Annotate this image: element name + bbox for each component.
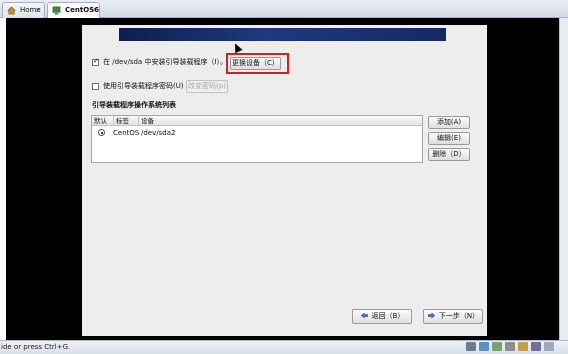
tab-home[interactable]: Home × [2, 2, 45, 18]
installer-banner [119, 28, 446, 41]
column-header-label[interactable]: 标签 [114, 116, 139, 126]
highlight-box [226, 53, 289, 74]
default-radio[interactable] [98, 129, 105, 136]
use-password-label: 使用引导装载程序密码(U) [103, 82, 184, 90]
window-right-edge [559, 18, 568, 340]
install-bootloader-checkbox[interactable] [92, 57, 99, 66]
os-list-title: 引导装载程序操作系统列表 [92, 101, 176, 109]
home-icon [7, 6, 16, 15]
tab-home-close-icon[interactable]: × [35, 3, 41, 17]
status-text: ide or press Ctrl+G. [1, 343, 71, 351]
back-button-label: 返回（B） [371, 312, 405, 320]
next-button-label: 下一步（N） [438, 312, 480, 320]
next-button[interactable]: 下一步（N） [423, 309, 483, 324]
vmware-window: Home × CentOS6 × 在 /dev/sda 中安装引导装载程序（I）… [0, 0, 568, 354]
change-password-button[interactable]: 改变密码(p) [186, 80, 228, 93]
tab-strip: Home × CentOS6 × [0, 0, 568, 18]
edit-button[interactable]: 编辑(E) [428, 132, 470, 145]
back-button[interactable]: 返回（B） [352, 309, 412, 324]
install-bootloader-label: 在 /dev/sda 中安装引导装载程序（I）。 [103, 58, 228, 66]
vm-icon [52, 6, 61, 15]
tray-sound-icon[interactable] [518, 342, 528, 351]
table-row[interactable]: CentOS /dev/sda2 [92, 128, 422, 138]
tray-network-icon[interactable] [492, 342, 502, 351]
use-password-checkbox[interactable] [92, 83, 99, 90]
table-header: 默认 标签 设备 [92, 116, 422, 126]
next-arrow-icon [427, 312, 435, 319]
os-list-table: 默认 标签 设备 CentOS /dev/sda2 [91, 115, 423, 163]
tab-centos6-close-icon[interactable]: × [90, 3, 96, 17]
tray-display-icon[interactable] [531, 342, 541, 351]
tray-cdrom-icon[interactable] [479, 342, 489, 351]
column-header-default[interactable]: 默认 [92, 116, 114, 126]
tray-message-icon[interactable] [544, 342, 554, 351]
back-arrow-icon [360, 312, 368, 319]
row-label: CentOS [113, 129, 140, 137]
column-header-device[interactable]: 设备 [139, 116, 422, 126]
tray-disk-icon[interactable] [466, 342, 476, 351]
delete-button[interactable]: 删除（D） [428, 148, 470, 161]
add-button[interactable]: 添加(A) [428, 116, 470, 129]
row-device: /dev/sda2 [141, 129, 176, 137]
tab-centos6[interactable]: CentOS6 × [47, 2, 100, 18]
tray-usb-icon[interactable] [505, 342, 515, 351]
